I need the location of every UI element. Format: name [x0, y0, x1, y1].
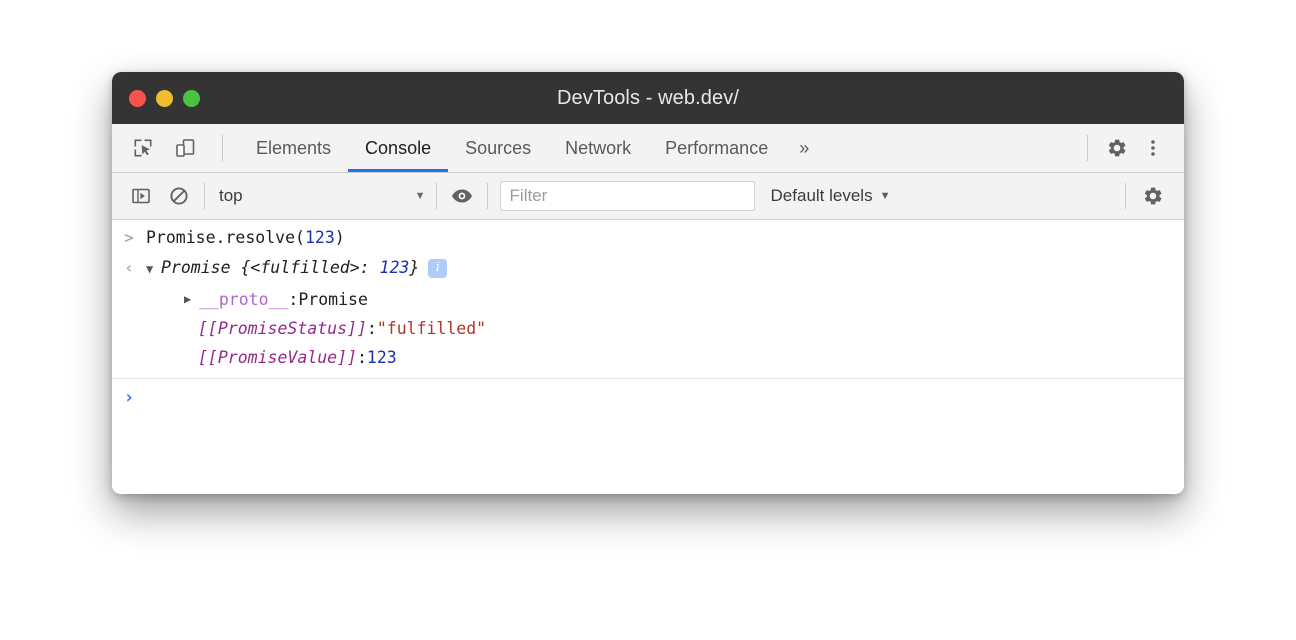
tab-performance[interactable]: Performance [648, 124, 785, 172]
filter-input-placeholder: Filter [510, 186, 548, 206]
inspect-element-icon[interactable] [128, 133, 158, 163]
console-input-row: > Promise.resolve(123) [112, 220, 1184, 254]
execution-context-selector[interactable]: top ▼ [215, 186, 426, 206]
log-levels-label: Default levels [771, 186, 873, 206]
maximize-window-button[interactable] [183, 90, 200, 107]
console-toolbar-divider-1 [204, 183, 205, 209]
property-key: __proto__ [199, 285, 288, 314]
property-value: "fulfilled" [377, 314, 486, 343]
tabstrip-right-icons [1077, 124, 1184, 172]
traffic-lights [129, 90, 200, 107]
input-expression-head: Promise.resolve( [146, 228, 305, 247]
property-separator: : [288, 285, 298, 314]
tab-sources[interactable]: Sources [448, 124, 548, 172]
tab-performance-label: Performance [665, 138, 768, 159]
console-toolbar-divider-3 [487, 183, 488, 209]
tab-elements[interactable]: Elements [239, 124, 348, 172]
input-expression-number: 123 [305, 228, 335, 247]
prompt-chevron-icon: › [112, 387, 146, 408]
close-window-button[interactable] [129, 90, 146, 107]
property-row-promise-status: [[PromiseStatus]]: "fulfilled" [112, 314, 1184, 343]
console-toolbar-right [1115, 179, 1184, 213]
property-key: [[PromiseStatus]] [198, 314, 367, 343]
info-badge[interactable]: i [428, 259, 447, 278]
property-value: 123 [367, 343, 397, 372]
console-sidebar-toggle-icon[interactable] [126, 181, 156, 211]
log-levels-dropdown[interactable]: Default levels ▼ [771, 186, 891, 206]
console-result-value: ▼Promise {<fulfilled>: 123} i [146, 254, 447, 283]
console-settings-gear-icon[interactable] [1136, 179, 1170, 213]
result-preview-number: 123 [380, 258, 410, 277]
proto-disclosure-triangle-icon[interactable]: ▶ [184, 285, 195, 314]
console-input-expression: Promise.resolve(123) [146, 224, 345, 252]
console-toolbar: top ▼ Filter Default levels ▼ [112, 173, 1184, 220]
console-toolbar-divider-2 [436, 183, 437, 209]
console-toolbar-divider-4 [1125, 183, 1126, 209]
tab-overflow-more-button[interactable]: » [785, 124, 823, 172]
console-message-list[interactable]: > Promise.resolve(123) ‹ ▼Promise {<fulf… [112, 220, 1184, 494]
input-expression-tail: ) [335, 228, 345, 247]
tab-console[interactable]: Console [348, 124, 448, 172]
tabstrip-divider [222, 135, 223, 161]
tabstrip-right-divider [1087, 135, 1088, 161]
device-toolbar-icon[interactable] [170, 133, 200, 163]
chevron-down-icon: ▼ [880, 190, 891, 202]
result-arrow-icon: ‹ [112, 254, 146, 282]
tab-network[interactable]: Network [548, 124, 648, 172]
devtools-tabstrip: Elements Console Sources Network Perform… [112, 124, 1184, 173]
result-preview-head: Promise {<fulfilled>: [161, 258, 380, 277]
tab-sources-label: Sources [465, 138, 531, 159]
chevron-down-icon: ▼ [415, 190, 426, 202]
console-prompt-row[interactable]: › [112, 379, 1184, 408]
more-options-icon[interactable] [1136, 131, 1170, 165]
filter-input[interactable]: Filter [500, 181, 755, 211]
tab-console-label: Console [365, 138, 431, 159]
result-object-preview: Promise {<fulfilled>: 123} [161, 258, 419, 277]
tab-network-label: Network [565, 138, 631, 159]
window-title: DevTools - web.dev/ [112, 87, 1184, 110]
eye-icon[interactable] [447, 181, 477, 211]
result-disclosure-triangle-icon[interactable]: ▼ [146, 255, 157, 283]
screenshot-stage: DevTools - web.dev/ [0, 0, 1296, 640]
tab-elements-label: Elements [256, 138, 331, 159]
property-separator: : [367, 314, 377, 343]
result-preview-tail: } [409, 258, 419, 277]
property-value: Promise [298, 285, 368, 314]
devtools-window: DevTools - web.dev/ [112, 72, 1184, 494]
input-prompt-icon: > [112, 224, 146, 252]
property-separator: : [357, 343, 367, 372]
settings-gear-icon[interactable] [1100, 131, 1134, 165]
console-result-row: ‹ ▼Promise {<fulfilled>: 123} i [112, 254, 1184, 285]
window-titlebar: DevTools - web.dev/ [112, 72, 1184, 124]
tabstrip-tabs: Elements Console Sources Network Perform… [239, 124, 823, 172]
minimize-window-button[interactable] [156, 90, 173, 107]
tabstrip-left-icons [112, 124, 233, 172]
property-row-proto[interactable]: ▶__proto__: Promise [112, 285, 1184, 314]
property-row-promise-value: [[PromiseValue]]: 123 [112, 343, 1184, 372]
double-chevron-right-icon: » [799, 138, 809, 159]
property-key: [[PromiseValue]] [198, 343, 357, 372]
clear-console-icon[interactable] [164, 181, 194, 211]
execution-context-label: top [215, 186, 243, 206]
